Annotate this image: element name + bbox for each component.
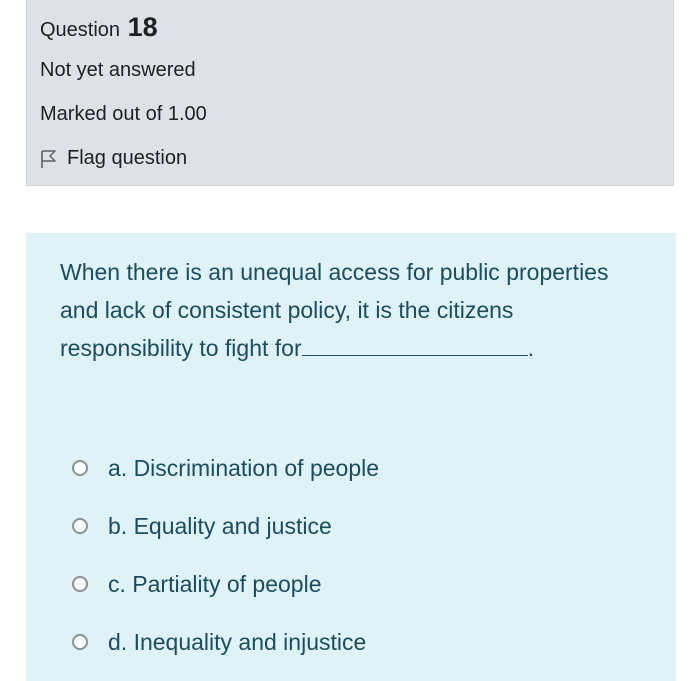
answer-label-c: c. Partiality of people [108, 570, 322, 597]
flag-label: Flag question [67, 147, 188, 169]
question-content-panel: When there is an unequal access for publ… [26, 233, 676, 681]
question-grade: Marked out of 1.00 [40, 103, 207, 125]
answer-list: a. Discrimination of people b. Equality … [72, 439, 379, 671]
radio-button-b[interactable] [72, 518, 88, 534]
radio-button-a[interactable] [72, 460, 88, 476]
question-state: Not yet answered [40, 59, 196, 81]
flag-question-link[interactable]: Flag question [40, 147, 187, 170]
answer-label-d: d. Inequality and injustice [108, 628, 367, 655]
question-info-panel: Question 18 Not yet answered Marked out … [26, 0, 674, 186]
question-number: 18 [127, 12, 158, 42]
flag-icon [40, 149, 58, 169]
answer-option-b[interactable]: b. Equality and justice [72, 497, 379, 555]
answer-option-c[interactable]: c. Partiality of people [72, 555, 379, 613]
answer-option-d[interactable]: d. Inequality and injustice [72, 613, 379, 671]
answer-option-a[interactable]: a. Discrimination of people [72, 439, 379, 497]
answer-label-b: b. Equality and justice [108, 512, 332, 539]
answer-label-a: a. Discrimination of people [108, 454, 380, 481]
radio-button-c[interactable] [72, 576, 88, 592]
radio-button-d[interactable] [72, 634, 88, 650]
question-text: When there is an unequal access for publ… [60, 253, 620, 367]
question-word: Question [40, 19, 121, 41]
question-text-end: . [527, 335, 535, 361]
question-header: Question 18 [40, 12, 158, 43]
answer-blank [301, 335, 528, 356]
